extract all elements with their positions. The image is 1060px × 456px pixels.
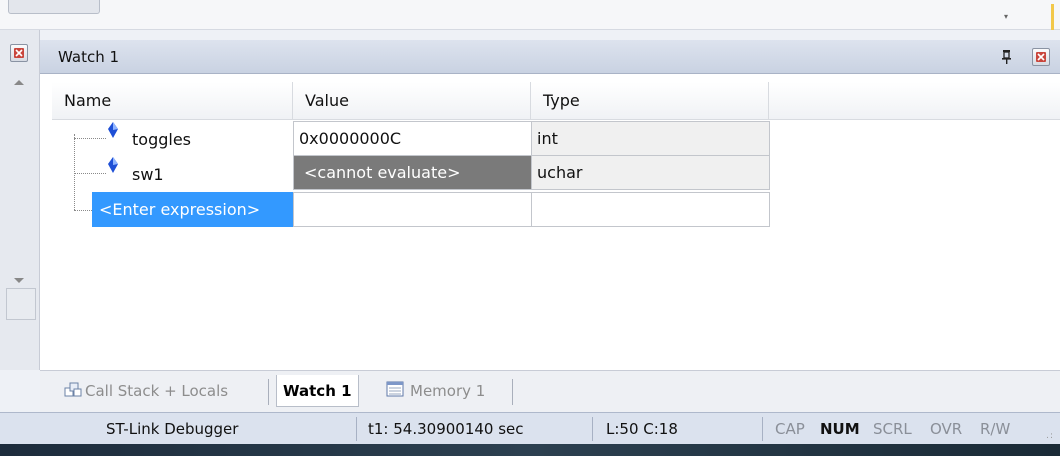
row-name: sw1 [132,165,164,184]
column-header-value[interactable]: Value [293,82,531,120]
scroll-thumb[interactable] [6,288,36,320]
variable-icon [108,122,118,138]
indicator-cap: CAP [775,420,805,438]
type-cell: int [531,121,770,156]
scroll-up-arrow-icon[interactable] [14,80,24,85]
status-bar: ST-Link Debugger t1: 54.30900140 sec L:5… [0,412,1060,444]
status-divider [356,417,357,441]
scroll-marker [1051,4,1054,30]
column-header-name[interactable]: Name [52,82,293,120]
enter-expression-cell[interactable]: <Enter expression> [92,192,294,227]
call-stack-icon [64,382,82,397]
status-time: t1: 54.30900140 sec [368,420,524,438]
dropdown-arrow-icon[interactable]: ▾ [1004,12,1008,21]
row-name: toggles [132,130,191,149]
resize-grip-icon[interactable]: .: [1046,431,1054,441]
tab-call-stack-locals[interactable]: Call Stack + Locals [64,375,228,407]
tab-remnant [8,0,100,14]
column-header-filler [769,82,1060,120]
variable-icon [108,157,118,173]
tree-branch [74,210,92,211]
close-icon [1036,52,1046,62]
tab-memory-1[interactable]: Memory 1 [386,375,485,407]
tab-divider [268,379,269,405]
status-debugger: ST-Link Debugger [106,420,239,438]
value-cell[interactable] [293,192,532,227]
indicator-scrl: SCRL [873,420,912,438]
left-side-panel [0,30,40,370]
scroll-down-arrow-icon[interactable] [14,278,24,283]
tree-line [74,134,75,210]
indicator-rw: R/W [980,420,1011,438]
status-divider [592,417,593,441]
status-divider [762,417,763,441]
status-position: L:50 C:18 [606,420,678,438]
pane-title: Watch 1 [58,48,120,66]
close-icon [14,48,24,58]
value-cell[interactable]: <cannot evaluate> [293,155,532,190]
tab-label: Memory 1 [410,382,486,400]
tab-label: Watch 1 [283,382,352,400]
pane-close-button[interactable] [1032,48,1050,66]
pin-icon[interactable] [1000,49,1014,65]
tree-branch [74,173,106,174]
tab-watch-1[interactable]: Watch 1 [276,375,359,407]
indicator-num: NUM [820,420,860,438]
type-cell [531,192,770,227]
value-cell[interactable]: 0x0000000C [293,121,532,156]
tab-label: Call Stack + Locals [85,382,229,400]
top-strip: ▾ [0,0,1060,30]
tab-bar: Call Stack + Locals Watch 1 Memory 1 [40,370,1060,412]
memory-icon [386,381,404,397]
side-close-button[interactable] [10,44,28,62]
pane-header: Watch 1 [40,40,1060,74]
column-header-type[interactable]: Type [531,82,769,120]
taskbar-edge [0,444,1060,456]
tree-branch [74,138,106,139]
watch-grid: Name Value Type toggles 0x0000000C int s… [40,74,1060,370]
type-cell: uchar [531,155,770,190]
indicator-ovr: OVR [930,420,963,438]
tab-divider [512,379,513,405]
